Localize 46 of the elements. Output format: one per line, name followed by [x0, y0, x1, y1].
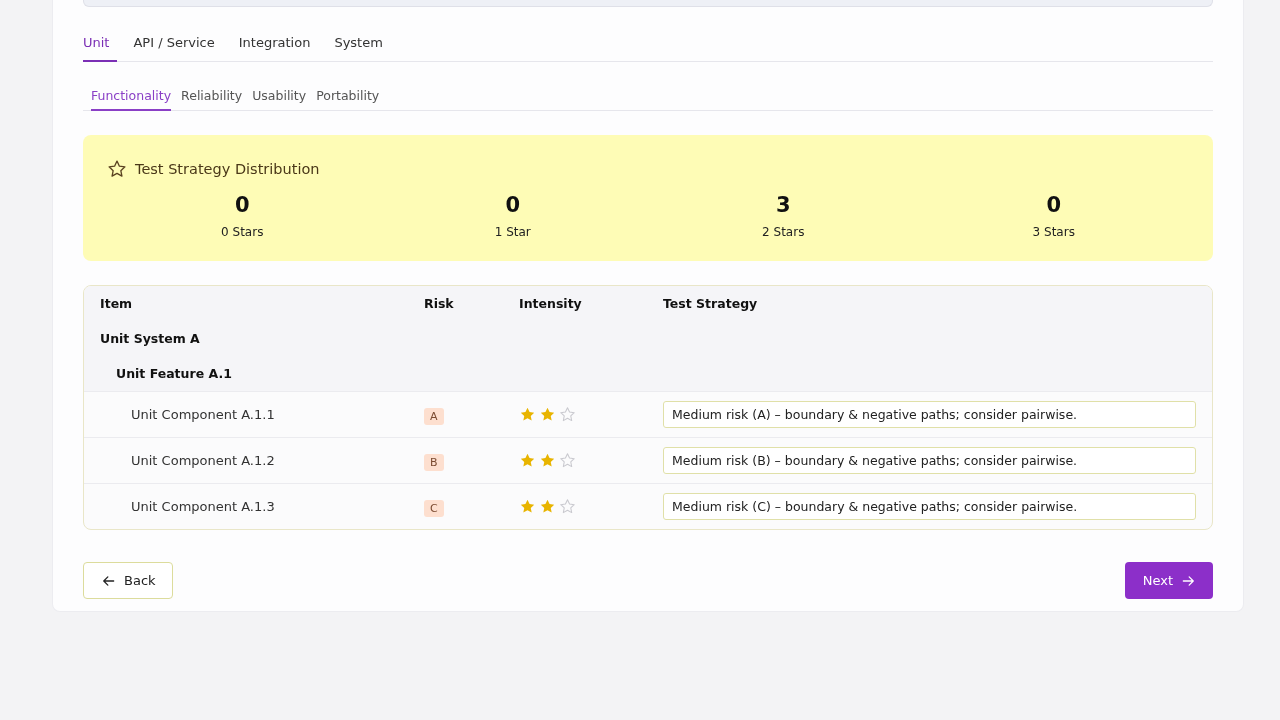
risk-badge: B: [424, 453, 444, 471]
group-label: Unit System A: [100, 331, 201, 346]
column-header: Item: [100, 296, 134, 311]
item-name: Unit Component A.1.1: [130, 407, 276, 422]
empty-star-icon: [559, 452, 576, 469]
tab[interactable]: API / Service: [133, 31, 223, 62]
tab[interactable]: Functionality: [91, 82, 172, 111]
panel-title: Test Strategy Distribution: [135, 161, 320, 177]
stat-value: 0: [1045, 193, 1063, 217]
filled-star-icon: [519, 406, 536, 423]
stat-label: 1 Star: [493, 225, 532, 239]
item-name: Unit Component A.1.3: [130, 499, 276, 514]
stat-value: 0: [504, 193, 522, 217]
tab[interactable]: Reliability: [181, 82, 243, 111]
empty-star-icon: [559, 406, 576, 423]
item-name: Unit Component A.1.2: [130, 453, 276, 468]
next-button[interactable]: Next: [1124, 562, 1213, 599]
risk-badge: A: [424, 407, 444, 425]
tab[interactable]: System: [334, 31, 391, 62]
filled-star-icon: [539, 452, 556, 469]
tab[interactable]: Usability: [252, 82, 307, 111]
strategy-field[interactable]: Medium risk (C) – boundary & negative paths; consider pairwise.: [663, 493, 1196, 520]
stat-value: 3: [774, 193, 792, 217]
stat-value: 0: [233, 193, 251, 217]
strategy-field[interactable]: Medium risk (B) – boundary & negative paths; consider pairwise.: [663, 447, 1196, 474]
tab[interactable]: Unit: [83, 31, 118, 62]
strategy-field[interactable]: Medium risk (A) – boundary & negative paths; consider pairwise.: [663, 401, 1196, 428]
column-header: Test Strategy: [663, 296, 759, 311]
risk-badge: C: [424, 499, 444, 517]
stat-label: 0 Stars: [220, 225, 265, 239]
arrow-right-icon: [1181, 573, 1195, 588]
filled-star-icon: [519, 452, 536, 469]
stat-label: 2 Stars: [761, 225, 806, 239]
arrow-left-icon: [102, 573, 116, 588]
tab[interactable]: Portability: [316, 82, 380, 111]
column-header: Risk: [424, 296, 455, 311]
tab[interactable]: Integration: [238, 31, 319, 62]
filled-star-icon: [539, 406, 556, 423]
empty-star-icon: [559, 498, 576, 515]
star-icon: [107, 159, 127, 179]
column-header: Intensity: [519, 296, 583, 311]
stat-label: 3 Stars: [1031, 225, 1076, 239]
filled-star-icon: [519, 498, 536, 515]
filled-star-icon: [539, 498, 556, 515]
back-button[interactable]: Back: [83, 562, 173, 599]
group-label: Unit Feature A.1: [115, 366, 233, 381]
